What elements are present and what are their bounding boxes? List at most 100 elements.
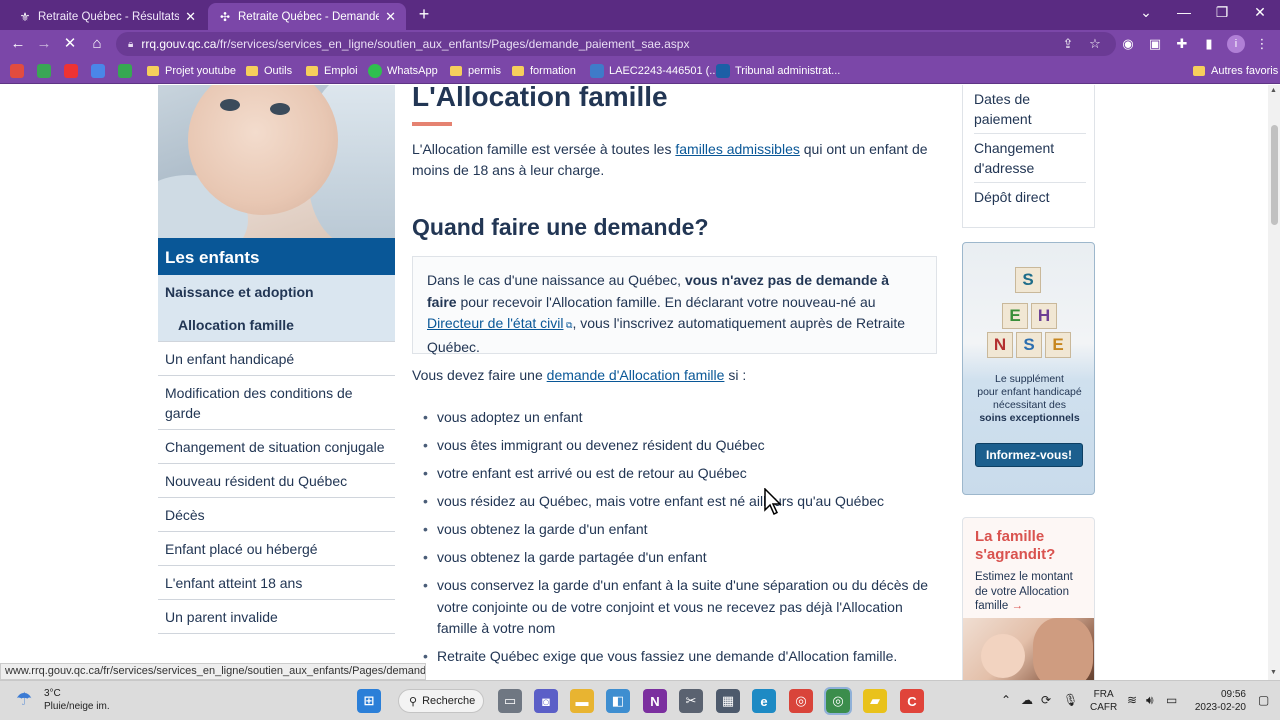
weather-widget[interactable]: ☂ 3°C Pluie/neige im. — [16, 687, 110, 713]
address-bar[interactable]: 🔒︎ rrq.gouv.qc.ca /fr/services/services_… — [116, 32, 1116, 56]
green-l-icon[interactable] — [37, 63, 56, 79]
gmail-icon[interactable] — [10, 63, 29, 79]
demande-allocation-link[interactable]: demande d'Allocation famille — [547, 367, 725, 383]
side-panel-icon[interactable]: ▮ — [1199, 34, 1219, 54]
bookmark-star-icon[interactable]: ☆ — [1085, 34, 1105, 54]
notification-icon[interactable]: ▢ — [1258, 693, 1269, 707]
tab-search-icon[interactable]: ⌄ — [1134, 4, 1158, 21]
bookmark-permis[interactable]: permis — [450, 63, 501, 79]
profile-avatar[interactable]: i — [1227, 35, 1245, 53]
clock[interactable]: 09:56 2023-02-20 — [1190, 688, 1246, 714]
volume-icon[interactable]: 🔊︎ — [1146, 693, 1154, 708]
sidebar-item-handicape[interactable]: Un enfant handicapé — [158, 342, 395, 376]
bookmark-formation[interactable]: formation — [512, 63, 576, 79]
other-bookmarks[interactable]: Autres favoris — [1193, 63, 1278, 79]
chrome-profile-icon[interactable]: ◎ — [824, 687, 852, 715]
bookmark-projet-youtube[interactable]: Projet youtube — [147, 63, 236, 79]
link-dates-paiement[interactable]: Dates de paiement — [974, 85, 1086, 134]
home-icon[interactable]: ⌂ — [87, 34, 107, 54]
bookmark-outils[interactable]: Outils — [246, 63, 292, 79]
sidebar-item-resident[interactable]: Nouveau résident du Québec — [158, 464, 395, 498]
snipping-tool-icon[interactable]: ✂ — [679, 689, 703, 713]
link-changement-adresse[interactable]: Changement d'adresse — [974, 134, 1086, 183]
stop-loading-icon[interactable]: ✕ — [60, 34, 80, 54]
app-red-icon[interactable]: C — [900, 689, 924, 713]
intro-paragraph: L'Allocation famille est versée à toutes… — [412, 139, 937, 181]
maps-icon[interactable] — [118, 63, 137, 79]
new-tab-button[interactable]: + — [414, 4, 434, 25]
family-photo — [963, 618, 1094, 680]
battery-icon[interactable]: ▭ — [1166, 693, 1177, 707]
list-item: vous obtenez la garde d'un enfant — [423, 519, 937, 541]
sync-icon[interactable]: ⟳ — [1041, 693, 1051, 707]
store-icon[interactable]: ◧ — [606, 689, 630, 713]
scrollbar-thumb[interactable] — [1271, 125, 1278, 225]
edge-icon[interactable]: e — [752, 689, 776, 713]
language-indicator[interactable]: FRA CAFR — [1090, 688, 1117, 714]
sidebar-item-naissance[interactable]: Naissance et adoption — [158, 275, 395, 308]
forward-icon[interactable]: → — [34, 34, 54, 54]
directeur-etat-civil-link[interactable]: Directeur de l'état civil — [427, 315, 564, 331]
sidebar-item-deces[interactable]: Décès — [158, 498, 395, 532]
bookmarks-bar: Projet youtube Outils Emploi WhatsApp pe… — [0, 58, 1280, 84]
wifi-icon[interactable]: ≋ — [1127, 693, 1137, 707]
tab-search-results[interactable]: ⚜ Retraite Québec - Résultats de la ✕ — [8, 3, 206, 30]
extension-icon[interactable]: ▣ — [1145, 34, 1165, 54]
sidebar-item-allocation[interactable]: Allocation famille — [158, 308, 395, 342]
menu-kebab-icon[interactable]: ⋮ — [1252, 34, 1272, 54]
baby-eye — [220, 99, 240, 111]
sidebar-item-place[interactable]: Enfant placé ou hébergé — [158, 532, 395, 566]
sidebar-item-garde[interactable]: Modification des conditions de garde — [158, 376, 395, 430]
sidebar-item-conjugale[interactable]: Changement de situation conjugale — [158, 430, 395, 464]
promo-famille-banner[interactable]: La famille s'agrandit? Estimez le montan… — [962, 517, 1095, 680]
microphone-icon[interactable]: 🎙︎ — [1063, 693, 1078, 707]
familles-admissibles-link[interactable]: familles admissibles — [675, 141, 799, 157]
maximize-button[interactable]: ❐ — [1210, 4, 1234, 21]
bookmark-emploi[interactable]: Emploi — [306, 63, 358, 79]
translate-icon[interactable] — [91, 63, 110, 79]
promo-text: Estimez le montant de votre Allocation f… — [975, 570, 1087, 614]
bookmark-laec[interactable]: LAEC2243-446501 (... — [590, 63, 718, 79]
sidebar-item-invalide[interactable]: Un parent invalide — [158, 600, 395, 634]
calculator-icon[interactable]: ▦ — [716, 689, 740, 713]
bookmark-whatsapp[interactable]: WhatsApp — [368, 63, 438, 79]
tab-demande[interactable]: ✣ Retraite Québec - Demande d'Al ✕ — [208, 3, 406, 30]
scroll-down-icon[interactable]: ▼ — [1270, 669, 1277, 676]
search-icon: ⚲ — [409, 695, 418, 708]
taskbar-search[interactable]: ⚲ Recherche — [398, 689, 484, 713]
tray-chevron-icon[interactable]: ⌃ — [1001, 693, 1011, 707]
back-icon[interactable]: ← — [8, 34, 28, 54]
list-item: vous êtes immigrant ou devenez résident … — [423, 435, 937, 457]
close-tab-icon[interactable]: ✕ — [185, 9, 196, 25]
chrome-icon[interactable]: ◎ — [789, 689, 813, 713]
file-explorer-icon[interactable]: ▬ — [570, 689, 594, 713]
sidebar-heading[interactable]: Les enfants — [158, 238, 395, 275]
informez-vous-button[interactable]: Informez-vous! — [975, 443, 1083, 467]
letter-block: N — [987, 332, 1013, 358]
sidebar-item-18ans[interactable]: L'enfant atteint 18 ans — [158, 566, 395, 600]
bookmark-tribunal[interactable]: Tribunal administrat... — [716, 63, 840, 79]
scroll-up-icon[interactable]: ▲ — [1270, 87, 1277, 94]
onenote-icon[interactable]: N — [643, 689, 667, 713]
teams-chat-icon[interactable]: ◙ — [534, 689, 558, 713]
start-icon[interactable]: ⊞ — [357, 689, 381, 713]
bookmark-label: Tribunal administrat... — [735, 65, 841, 77]
youtube-icon[interactable] — [64, 63, 83, 79]
tab-title: Retraite Québec - Résultats de la — [38, 10, 180, 23]
task-view-icon[interactable]: ▭ — [498, 689, 522, 713]
puzzle-icon[interactable]: ✚ — [1172, 34, 1192, 54]
bookmark-label: LAEC2243-446501 (... — [609, 65, 719, 77]
extension-bulb-icon[interactable]: ◉ — [1118, 34, 1138, 54]
sticky-notes-icon[interactable]: ▰ — [863, 689, 887, 713]
folder-icon — [147, 66, 159, 76]
close-tab-icon[interactable]: ✕ — [385, 9, 396, 25]
share-icon[interactable]: ⇪ — [1058, 34, 1078, 54]
minimize-button[interactable]: — — [1172, 4, 1196, 20]
close-window-button[interactable]: ✕ — [1248, 4, 1272, 21]
link-depot-direct[interactable]: Dépôt direct — [974, 183, 1086, 211]
promo-supplement-banner[interactable]: S E H N S E Le supplément pour enfant ha… — [962, 242, 1095, 495]
letter-block: S — [1015, 267, 1041, 293]
page-scrollbar[interactable]: ▲ ▼ — [1268, 85, 1280, 680]
folder-icon — [1193, 66, 1205, 76]
onedrive-icon[interactable]: ☁ — [1021, 693, 1033, 707]
